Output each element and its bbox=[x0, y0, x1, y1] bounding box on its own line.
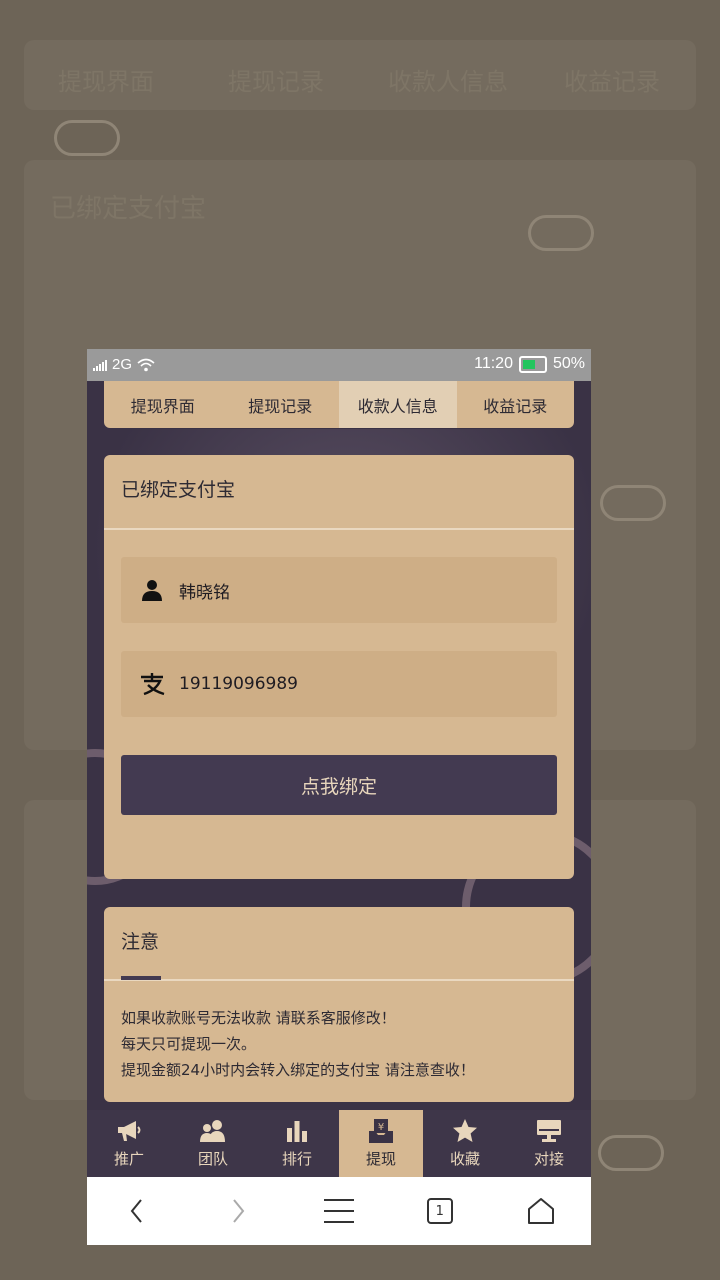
home-button[interactable] bbox=[511, 1186, 571, 1236]
nav-label: 收藏 bbox=[449, 1150, 480, 1168]
network-type: 2G bbox=[112, 356, 133, 373]
user-icon bbox=[137, 578, 167, 602]
star-icon bbox=[453, 1119, 477, 1142]
hamburger-icon bbox=[323, 1199, 354, 1223]
svg-text:¥: ¥ bbox=[378, 1122, 384, 1133]
nav-label: 提现 bbox=[365, 1150, 396, 1168]
card-title: 已绑定支付宝 bbox=[104, 455, 574, 530]
chevron-left-icon bbox=[131, 1199, 143, 1223]
nav-connect[interactable]: 对接 bbox=[507, 1110, 591, 1177]
withdraw-icon: ¥ bbox=[369, 1119, 393, 1143]
megaphone-icon bbox=[118, 1121, 141, 1141]
notice-line: 每天只可提现一次。 bbox=[121, 1035, 257, 1053]
nav-label: 排行 bbox=[281, 1150, 312, 1168]
nav-label: 推广 bbox=[113, 1150, 144, 1168]
bottom-nav: 推广 团队 排行 ¥ 提现 收藏 对接 bbox=[87, 1110, 591, 1177]
tab-withdraw-page[interactable]: 提现界面 bbox=[104, 381, 222, 428]
tab-bar: 提现界面 提现记录 收款人信息 收益记录 bbox=[104, 381, 574, 428]
notice-body: 如果收款账号无法收款 请联系客服修改！ 每天只可提现一次。 提现金额24小时内会… bbox=[104, 981, 574, 1083]
bar-chart-icon bbox=[287, 1121, 307, 1142]
cloud-decoration bbox=[598, 1135, 664, 1171]
notice-card: 注意 如果收款账号无法收款 请联系客服修改！ 每天只可提现一次。 提现金额24小… bbox=[104, 907, 574, 1102]
nav-promote[interactable]: 推广 bbox=[87, 1110, 171, 1177]
forward-button[interactable] bbox=[208, 1186, 268, 1236]
notice-line: 提现金额24小时内会转入绑定的支付宝 请注意查收！ bbox=[121, 1061, 475, 1079]
title-underline bbox=[121, 976, 161, 980]
account-field[interactable]: 19119096989 bbox=[121, 651, 557, 717]
tab-earnings-records[interactable]: 收益记录 bbox=[457, 381, 575, 428]
home-icon bbox=[527, 1198, 554, 1224]
notice-title: 注意 bbox=[121, 931, 160, 953]
battery-icon bbox=[518, 355, 547, 373]
nav-withdraw[interactable]: ¥ 提现 bbox=[339, 1110, 423, 1177]
tabs-button[interactable]: 1 bbox=[410, 1186, 470, 1236]
cloud-decoration bbox=[600, 485, 666, 521]
bg-card-title: 已绑定支付宝 bbox=[50, 194, 207, 224]
browser-toolbar: 1 bbox=[87, 1177, 591, 1245]
bg-tab-bar: 提现界面 提现记录 收款人信息 收益记录 bbox=[24, 40, 696, 110]
nav-label: 团队 bbox=[197, 1150, 228, 1168]
name-value: 韩晓铭 bbox=[179, 582, 230, 603]
nav-team[interactable]: 团队 bbox=[171, 1110, 255, 1177]
monitor-icon bbox=[537, 1120, 561, 1142]
team-icon bbox=[200, 1120, 225, 1142]
notice-header: 注意 bbox=[104, 907, 574, 981]
menu-button[interactable] bbox=[309, 1186, 369, 1236]
tab-count: 1 bbox=[435, 1204, 444, 1219]
clock: 11:20 bbox=[474, 355, 513, 372]
chevron-right-icon bbox=[233, 1199, 245, 1223]
nav-label: 对接 bbox=[533, 1150, 564, 1168]
bg-tab-2: 提现记录 bbox=[228, 68, 324, 96]
nav-ranking[interactable]: 排行 bbox=[255, 1110, 339, 1177]
bg-tab-3: 收款人信息 bbox=[388, 68, 508, 96]
nav-favorites[interactable]: 收藏 bbox=[423, 1110, 507, 1177]
tab-withdraw-records[interactable]: 提现记录 bbox=[222, 381, 340, 428]
phone-screen: 2G 11:20 50% 提现界面 提现记录 收款人信息 收益记录 已绑定支付宝… bbox=[87, 349, 591, 1245]
notice-line: 如果收款账号无法收款 请联系客服修改！ bbox=[121, 1009, 396, 1027]
wifi-icon bbox=[137, 358, 155, 371]
battery-level: 50% bbox=[552, 355, 585, 372]
cloud-decoration bbox=[528, 215, 594, 251]
account-value: 19119096989 bbox=[179, 674, 298, 694]
bg-tab-1: 提现界面 bbox=[58, 68, 154, 96]
bound-alipay-card: 已绑定支付宝 韩晓铭 19119096989 点我绑定 bbox=[104, 455, 574, 879]
tab-payee-info[interactable]: 收款人信息 bbox=[339, 381, 457, 428]
status-bar: 2G 11:20 50% bbox=[87, 349, 591, 381]
cloud-decoration bbox=[54, 120, 120, 156]
back-button[interactable] bbox=[107, 1186, 167, 1236]
bind-button[interactable]: 点我绑定 bbox=[121, 755, 557, 815]
signal-icon bbox=[93, 359, 107, 371]
name-field[interactable]: 韩晓铭 bbox=[121, 557, 557, 623]
alipay-icon bbox=[137, 672, 167, 696]
bg-tab-4: 收益记录 bbox=[564, 68, 660, 96]
